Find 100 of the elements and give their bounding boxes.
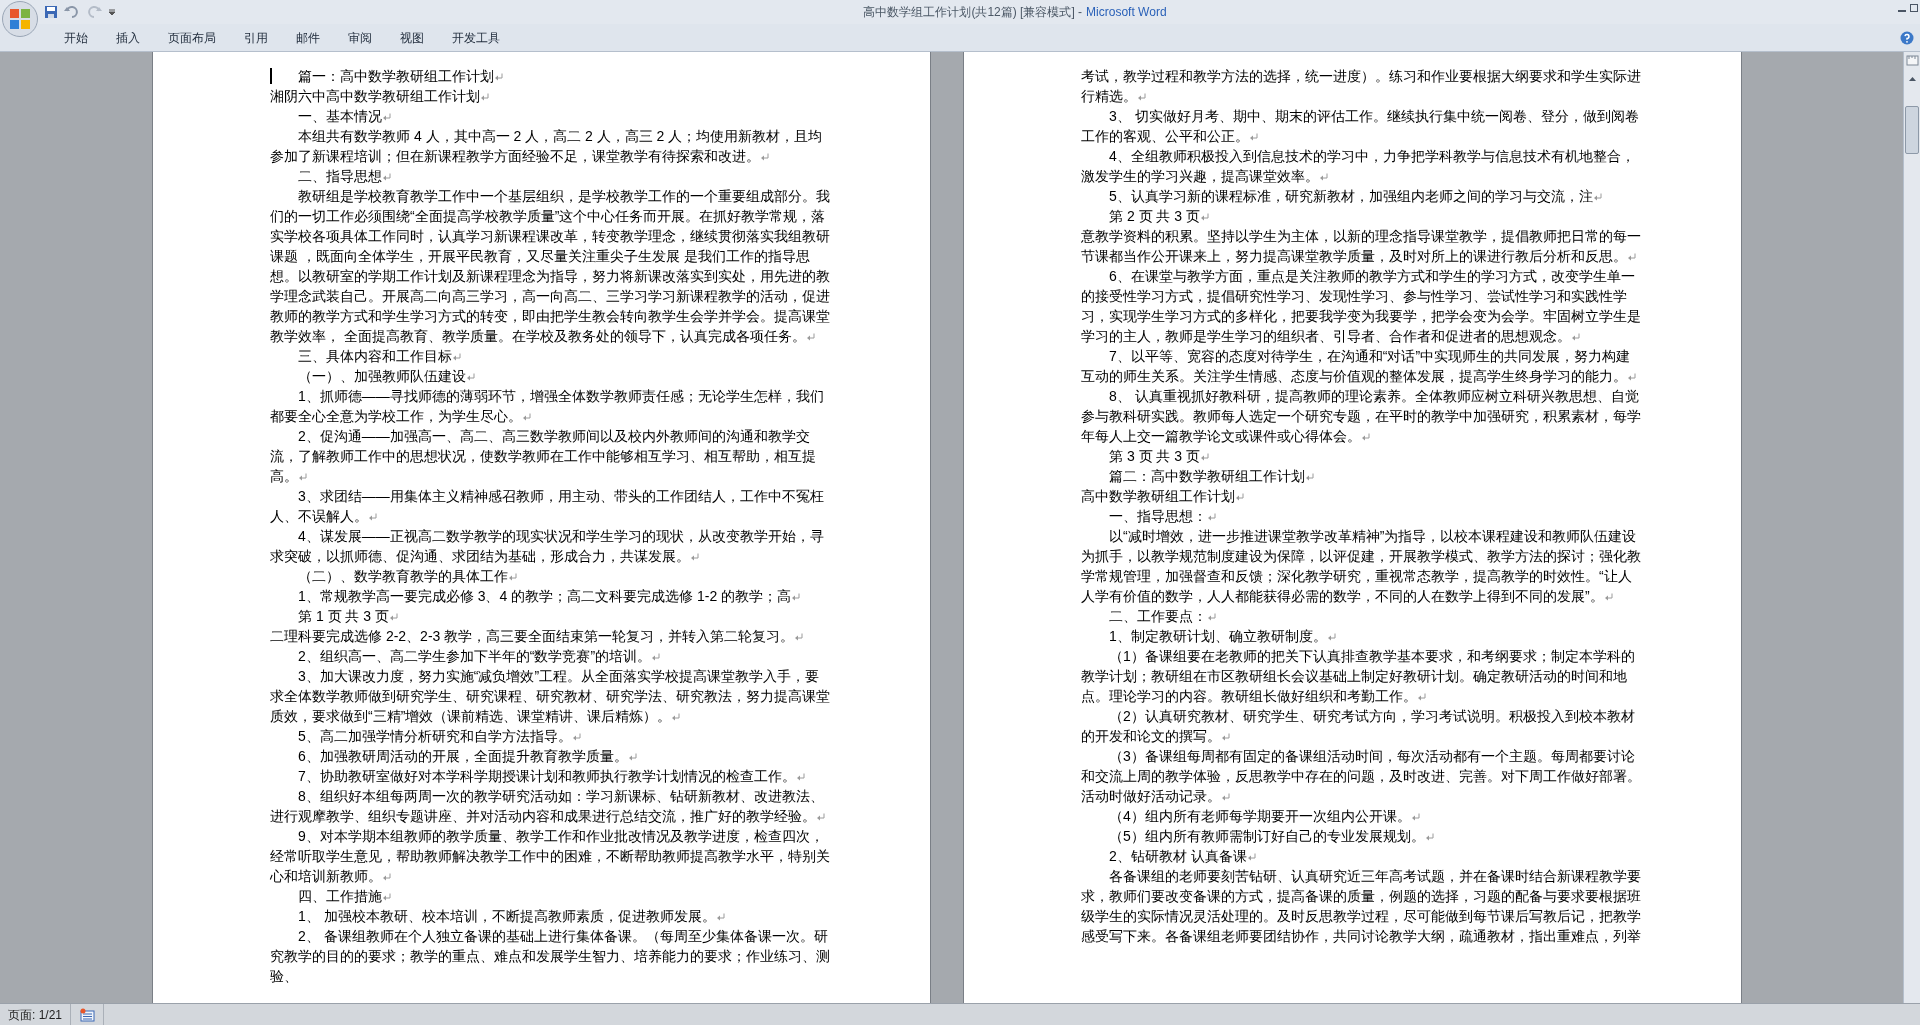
ruler-icon[interactable] (1905, 54, 1919, 67)
paragraph-mark-icon (1593, 192, 1602, 202)
paragraph-mark-icon (792, 592, 801, 602)
paragraph-mark-icon (1572, 332, 1580, 342)
paragraph: 四、工作措施 (270, 886, 830, 906)
paragraph-mark-icon (652, 652, 661, 662)
paragraph-mark-icon (672, 712, 681, 722)
ribbon-tab[interactable]: 插入 (102, 26, 154, 49)
paragraph: 湘阴六中高中数学教研组工作计划 (270, 86, 830, 106)
office-logo-icon (9, 8, 31, 30)
paragraph: （1）备课组要在老教师的把关下认真排查教学基本要求，和考纲要求；制定本学科的教学计划；教研组在市区教研组长会议基础上制定好教研计划。确定教研活动的时间和地点。理论学习的内容。教研组长做好组织和考勤工作。 (1081, 647, 1636, 706)
paragraph-mark-icon (796, 772, 805, 782)
paragraph: 各备课组的老师要刻苦钻研、认真研究近三年高考试题，并在备课时结合新课程教学要求，教师们要改变备课的方式，提高备课的质量，例题的选择，习题的配备与要求要根据班级学生的实际情况灵活处理的。及时反思教学过程，尽可能做到每节课后写教后记，把教学感受写下来。各备课组老师要团结协作，共同讨论教学大纲，疏通教材，指出重难点，列举 (1081, 867, 1641, 946)
paragraph: 意教学资料的积累。坚持以学生为主体，以新的理念指导课堂教学，提倡教师把日常的每一节课都当作公开课来上，努力提高课堂教学质量，及时对所上的课进行教后分析和反思。 (1081, 227, 1641, 266)
paragraph: 8、 认真重视抓好教科研，提高教师的理论素养。全体教师应树立科研兴教思想、自觉参与教科研实践。教师每人选定一个研究专题，在平时的教学中加强研究，积累素材，每学年每人上交一篇教学论文或课件或心得体会。 (1081, 387, 1641, 446)
paragraph-mark-icon (383, 112, 391, 122)
paragraph: 3、加大课改力度，努力实施“减负增效”工程。从全面落实学校提高课堂教学入手，要求全体数学教师做到研究学生、研究课程、研究教材、研究学法、研究教法，努力提高课堂质效，要求做到“三精”增效（课前精选、课堂精讲、课后精炼）。 (270, 667, 830, 726)
paragraph-mark-icon (1628, 252, 1636, 262)
paragraph: 高中数学教研组工作计划 (1081, 486, 1641, 506)
text-cursor (270, 68, 272, 84)
paragraph: 1、抓师德——寻找师德的薄弱环节，增强全体数学教师责任感；无论学生怎样，我们都要全心全意为学校工作，为学生尽心。 (270, 387, 825, 426)
paragraph-mark-icon (1362, 432, 1370, 442)
paragraph-mark-icon (1604, 592, 1613, 602)
paragraph-mark-icon (523, 412, 531, 422)
paragraph: 以“减时增效，进一步推进课堂教学改革精神”为指导，以校本课程建设和教师队伍建设为抓手，以教学规范制度建设为保障，以评促建，开展教学模式、教学方法的探讨；强化教学常规管理，加强督查和反馈；深化教学研究，重视常态教学，提高教学的时效性。“让人人学有价值的数学，人人都能获得必需的数学，不同的人在数学上得到不同的发展”。 (1081, 527, 1641, 606)
paragraph-mark-icon (1306, 472, 1314, 482)
paragraph: 一、基本情况 (270, 106, 830, 126)
paragraph: （二）、数学教育教学的具体工作 (270, 566, 830, 586)
paragraph-mark-icon (572, 732, 581, 742)
paragraph: 1、 加强校本教研、校本培训，不断提高教师素质，促进教师发展。 (270, 906, 830, 926)
paragraph: 一、指导思想： (1081, 506, 1641, 526)
paragraph-mark-icon (691, 552, 699, 562)
paragraph-mark-icon (390, 612, 399, 622)
vertical-scrollbar[interactable] (1903, 52, 1920, 1003)
paragraph-mark-icon (1201, 452, 1210, 462)
paragraph: 8、组织好本组每两周一次的教学研究活动如：学习新课标、钻研新教材、改进教法、进行观摩教学、组织专题讲座、并对活动内容和成果进行总结交流，推广好的教学经验。 (270, 787, 826, 826)
scrollbar-thumb[interactable] (1905, 106, 1919, 154)
paragraph: 第 2 页 共 3 页 (1081, 206, 1641, 226)
paragraph: 9、对本学期本组教师的教学质量、教学工作和作业批改情况及教学进度，检查四次，经常听取学生意见，帮助教师解决教学工作中的困难，不断帮助教师提高教学水平，特别关心和培训新教师。 (270, 827, 830, 886)
window-title: 高中数学组工作计划(共12篇) [兼容模式] - (862, 4, 1083, 21)
paragraph-mark-icon (369, 512, 377, 522)
paragraph: （一）、加强教师队伍建设 (270, 366, 830, 386)
save-icon[interactable] (44, 5, 58, 19)
paragraph: 3、求团结——用集体主义精神感召教师，用主动、带头的工作团结人，工作中不冤枉人、不误解人。 (270, 487, 825, 526)
ribbon-tab[interactable]: 开发工具 (438, 26, 514, 49)
paragraph: 篇一：高中数学教研组工作计划 (270, 66, 830, 86)
ribbon-tab[interactable]: 开始 (50, 26, 102, 49)
maximize-icon[interactable] (1910, 4, 1918, 12)
paragraph: 本组共有数学教师 4 人，其中高一 2 人，高二 2 人，高三 2 人；均使用新教材，且均参加了新课程培训；但在新课程教学方面经验不足，课堂教学有待探索和改进。 (270, 127, 824, 166)
paragraph-mark-icon (795, 632, 804, 642)
paragraph: 篇二：高中数学教研组工作计划 (1081, 466, 1641, 486)
paragraph-mark-icon (1236, 492, 1244, 502)
paragraph: 教研组是学校教育教学工作中一个基层组织，是学校教学工作的一个重要组成部分。我们的一切工作必须围绕“全面提高学校教学质量”这个中心任务而开展。在抓好教学常规，落实学校各项具体工作同时，认真学习新课程课改革，转变教学理念，继续贯彻落实我组教研课题 ，既面向全体学生，开展平民教育，又尽量关注重尖子生发展 是我们工作的指导思想。以教研室的学期工作计划及新课程理念为指导，努力将新课改落实到实处，用先进的教学理念武装自己。开展高二向高三学习，高一向高二、三学习学习新课程教学的活动，促进教师的教学方式和学生学习方式的转变，即由把学生教会转向教学生会学并学会。提高课堂教学效率， 全面提高教育、教学质量。在学校及教务处的领导下，认真完成各项任务。 (270, 187, 830, 346)
office-button[interactable] (2, 1, 38, 37)
paragraph-mark-icon (817, 812, 825, 822)
paragraph-mark-icon (1250, 132, 1258, 142)
ribbon-tab[interactable]: 页面布局 (154, 26, 230, 49)
paragraph-mark-icon (628, 752, 637, 762)
paragraph-mark-icon (1222, 792, 1230, 802)
paragraph-mark-icon (1247, 852, 1256, 862)
paragraph: 5、认真学习新的课程标准，研究新教材，加强组内老师之间的学习与交流，注 (1081, 186, 1641, 206)
app-name: Microsoft Word (1086, 4, 1167, 21)
paragraph-mark-icon (509, 572, 517, 582)
paragraph-mark-icon (806, 332, 815, 342)
paragraph: 2、组织高一、高二学生参加下半年的“数学竞赛”的培训。 (270, 646, 830, 666)
paragraph: 第 3 页 共 3 页 (1081, 446, 1641, 466)
paragraph: 5、高二加强学情分析研究和自学方法指导。 (270, 726, 830, 746)
document-check-icon[interactable] (79, 1007, 96, 1022)
undo-icon[interactable] (64, 5, 80, 19)
paragraph: 二、指导思想 (270, 166, 830, 186)
paragraph: 2、 备课组教师在个人独立备课的基础上进行集体备课。（每周至少集体备课一次。研究教学的目的的要求；教学的重点、难点和发展学生智力、培养能力的要求；作业练习、测验、 (270, 927, 830, 986)
paragraph: （5）组内所有教师需制订好自己的专业发展规划。 (1081, 826, 1641, 846)
paragraph-mark-icon (1222, 732, 1230, 742)
help-icon[interactable] (1900, 31, 1914, 45)
paragraph: （3）备课组每周都有固定的备课组活动时间，每次活动都有一个主题。每周都要讨论和交流上周的教学体验，反思教学中存在的问题，及时改进、完善。对下周工作做好部署。活动时做好活动记录。 (1081, 747, 1641, 806)
paragraph-mark-icon (1138, 92, 1146, 102)
paragraph: 3、 切实做好月考、期中、期末的评估工作。继续执行集中统一阅卷、登分，做到阅卷工作的客观、公平和公正。 (1081, 107, 1640, 146)
paragraph: 第 1 页 共 3 页 (270, 606, 830, 626)
ribbon-tab[interactable]: 邮件 (282, 26, 334, 49)
paragraph: 三、具体内容和工作目标 (270, 346, 830, 366)
ribbon-tab[interactable]: 视图 (386, 26, 438, 49)
paragraph-mark-icon (1208, 612, 1216, 622)
paragraph-mark-icon (1208, 512, 1216, 522)
paragraph-mark-icon (1628, 372, 1636, 382)
paragraph: 1、常规教学高一要完成必修 3、4 的教学；高二文科要完成选修 1-2 的教学；高 (270, 586, 830, 606)
paragraph: （4）组内所有老师每学期要开一次组内公开课。 (1081, 806, 1641, 826)
paragraph: 二理科要完成选修 2-2、2-3 教学，高三要全面结束第一轮复习，并转入第二轮复习。 (270, 626, 830, 646)
paragraph-mark-icon (1320, 172, 1328, 182)
ribbon-tab[interactable]: 审阅 (334, 26, 386, 49)
paragraph: 1、制定教研计划、确立教研制度。 (1081, 626, 1641, 646)
paragraph: 二、工作要点： (1081, 606, 1641, 626)
page-indicator[interactable]: 页面: 1/21 (0, 1004, 72, 1025)
paragraph-mark-icon (761, 152, 769, 162)
paragraph: 7、以平等、宽容的态度对待学生，在沟通和“对话”中实现师生的共同发展，努力构建互动的师生关系。关注学生情感、态度与价值观的整体发展，提高学生终身学习的能力。 (1081, 346, 1641, 386)
customize-toolbar-icon[interactable] (108, 8, 116, 16)
paragraph: 7、协助教研室做好对本学科学期授课计划和教师执行教学计划情况的检查工作。 (270, 766, 830, 786)
paragraph-mark-icon (299, 472, 307, 482)
paragraph-mark-icon (383, 172, 391, 182)
ribbon-tab[interactable]: 引用 (230, 26, 282, 49)
paragraph-mark-icon (1418, 692, 1426, 702)
